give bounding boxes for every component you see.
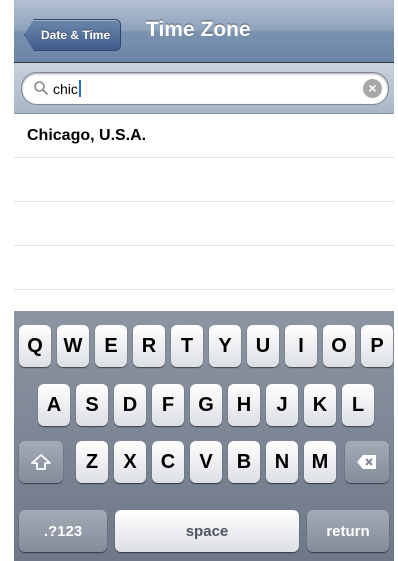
text-cursor bbox=[78, 80, 81, 97]
key-i[interactable]: I bbox=[285, 325, 317, 367]
key-x[interactable]: X bbox=[114, 441, 146, 483]
key-v[interactable]: V bbox=[190, 441, 222, 483]
delete-key[interactable] bbox=[345, 441, 389, 483]
back-button[interactable]: Date & Time bbox=[24, 19, 122, 51]
return-key[interactable]: return bbox=[307, 510, 389, 552]
empty-row bbox=[14, 158, 394, 202]
empty-row bbox=[14, 246, 394, 290]
key-t[interactable]: T bbox=[171, 325, 203, 367]
key-c[interactable]: C bbox=[152, 441, 184, 483]
key-o[interactable]: O bbox=[323, 325, 355, 367]
list-item[interactable]: Chicago, U.S.A. bbox=[14, 114, 394, 158]
key-s[interactable]: S bbox=[76, 384, 108, 426]
results-list: Chicago, U.S.A. bbox=[14, 114, 394, 310]
key-q[interactable]: Q bbox=[19, 325, 51, 367]
page-title: Time Zone bbox=[146, 18, 251, 41]
key-a[interactable]: A bbox=[38, 384, 70, 426]
shift-icon bbox=[31, 454, 51, 470]
key-h[interactable]: H bbox=[228, 384, 260, 426]
numbers-key[interactable]: .?123 bbox=[19, 510, 107, 552]
phone-screen: Date & Time Time Zone chic × Chicago, U.… bbox=[14, 0, 394, 561]
clear-icon[interactable]: × bbox=[363, 79, 382, 98]
key-j[interactable]: J bbox=[266, 384, 298, 426]
search-icon bbox=[34, 81, 48, 95]
key-f[interactable]: F bbox=[152, 384, 184, 426]
space-key[interactable]: space bbox=[115, 510, 299, 552]
key-u[interactable]: U bbox=[247, 325, 279, 367]
key-r[interactable]: R bbox=[133, 325, 165, 367]
key-d[interactable]: D bbox=[114, 384, 146, 426]
empty-row bbox=[14, 202, 394, 246]
key-w[interactable]: W bbox=[57, 325, 89, 367]
key-k[interactable]: K bbox=[304, 384, 336, 426]
search-bar: chic × bbox=[14, 63, 394, 114]
backspace-icon bbox=[357, 455, 376, 469]
key-p[interactable]: P bbox=[361, 325, 393, 367]
key-l[interactable]: L bbox=[342, 384, 374, 426]
key-n[interactable]: N bbox=[266, 441, 298, 483]
key-g[interactable]: G bbox=[190, 384, 222, 426]
navigation-bar: Date & Time Time Zone bbox=[14, 0, 394, 63]
key-m[interactable]: M bbox=[304, 441, 336, 483]
search-input[interactable]: chic × bbox=[21, 72, 389, 105]
keyboard: Q W E R T Y U I O P A S D F G H J K L Z … bbox=[14, 311, 394, 561]
key-e[interactable]: E bbox=[95, 325, 127, 367]
key-z[interactable]: Z bbox=[76, 441, 108, 483]
key-y[interactable]: Y bbox=[209, 325, 241, 367]
shift-key[interactable] bbox=[19, 441, 63, 483]
key-b[interactable]: B bbox=[228, 441, 260, 483]
search-query: chic bbox=[53, 81, 78, 97]
